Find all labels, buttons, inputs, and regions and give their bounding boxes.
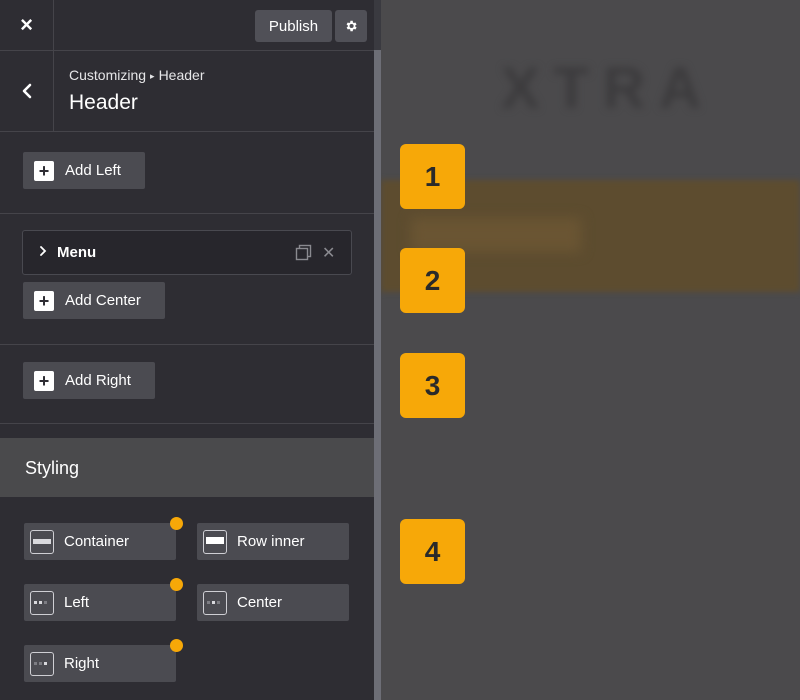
style-center-button[interactable]: Center <box>197 584 349 621</box>
style-right-label: Right <box>64 655 100 672</box>
style-center-label: Center <box>237 594 283 611</box>
right-layout-icon <box>30 651 54 676</box>
section-titlebar: Customizing ▸ Header Header <box>0 51 374 132</box>
callout-badge-3: 3 <box>400 353 465 418</box>
center-layout-icon <box>203 590 227 615</box>
callout-badge-4: 4 <box>400 519 465 584</box>
duplicate-icon[interactable] <box>295 244 312 261</box>
customizer-panel: × Publish Customizing ▸ Header Header + Ad… <box>0 0 374 700</box>
customizer-topbar: × Publish <box>0 0 374 51</box>
site-logo: XTRA <box>501 56 715 121</box>
left-layout-icon <box>30 590 54 615</box>
plus-icon: + <box>34 290 54 311</box>
publish-button[interactable]: Publish <box>255 10 332 42</box>
modified-indicator <box>170 639 183 652</box>
settings-button[interactable] <box>335 10 367 42</box>
add-right-label: Add Right <box>65 372 131 389</box>
section-divider <box>0 344 374 345</box>
styling-heading: Styling <box>25 458 80 478</box>
style-row-inner-label: Row inner <box>237 533 305 550</box>
breadcrumb-root: Customizing <box>69 67 147 83</box>
section-divider <box>0 213 374 214</box>
breadcrumb-current: Header <box>158 67 205 83</box>
chevron-left-icon <box>22 83 31 99</box>
style-right-button[interactable]: Right <box>24 645 176 682</box>
close-button[interactable]: × <box>0 0 54 50</box>
menu-widget-item[interactable]: Menu ✕ <box>22 230 352 275</box>
callout-badge-2: 2 <box>400 248 465 313</box>
back-button[interactable] <box>0 51 54 131</box>
add-left-label: Add Left <box>65 162 121 179</box>
breadcrumb-separator-icon: ▸ <box>150 71 155 81</box>
style-row-inner-button[interactable]: Row inner <box>197 523 349 560</box>
style-left-label: Left <box>64 594 90 611</box>
add-center-button[interactable]: + Add Center <box>23 282 165 319</box>
plus-icon: + <box>34 160 54 181</box>
preview-hero-text <box>411 218 581 252</box>
callout-badge-1: 1 <box>400 144 465 209</box>
add-left-button[interactable]: + Add Left <box>23 152 145 189</box>
remove-icon[interactable]: ✕ <box>322 243 335 263</box>
gear-icon <box>346 20 357 32</box>
style-container-label: Container <box>64 533 130 550</box>
styling-section-header[interactable]: Styling <box>0 438 374 497</box>
chevron-right-icon <box>40 246 47 256</box>
site-preview: XTRA 1 2 3 4 <box>381 0 800 700</box>
page-title: Header <box>69 91 138 114</box>
menu-widget-label: Menu <box>57 244 97 261</box>
modified-indicator <box>170 578 183 591</box>
add-right-button[interactable]: + Add Right <box>23 362 155 399</box>
container-layout-icon <box>30 529 54 554</box>
add-center-label: Add Center <box>65 292 141 309</box>
breadcrumb: Customizing ▸ Header <box>69 67 204 83</box>
panel-scrollbar-thumb[interactable] <box>374 50 381 700</box>
modified-indicator <box>170 517 183 530</box>
row-inner-layout-icon <box>203 529 227 554</box>
close-icon: × <box>20 12 33 37</box>
section-divider <box>0 423 374 424</box>
style-container-button[interactable]: Container <box>24 523 176 560</box>
style-left-button[interactable]: Left <box>24 584 176 621</box>
plus-icon: + <box>34 370 54 391</box>
